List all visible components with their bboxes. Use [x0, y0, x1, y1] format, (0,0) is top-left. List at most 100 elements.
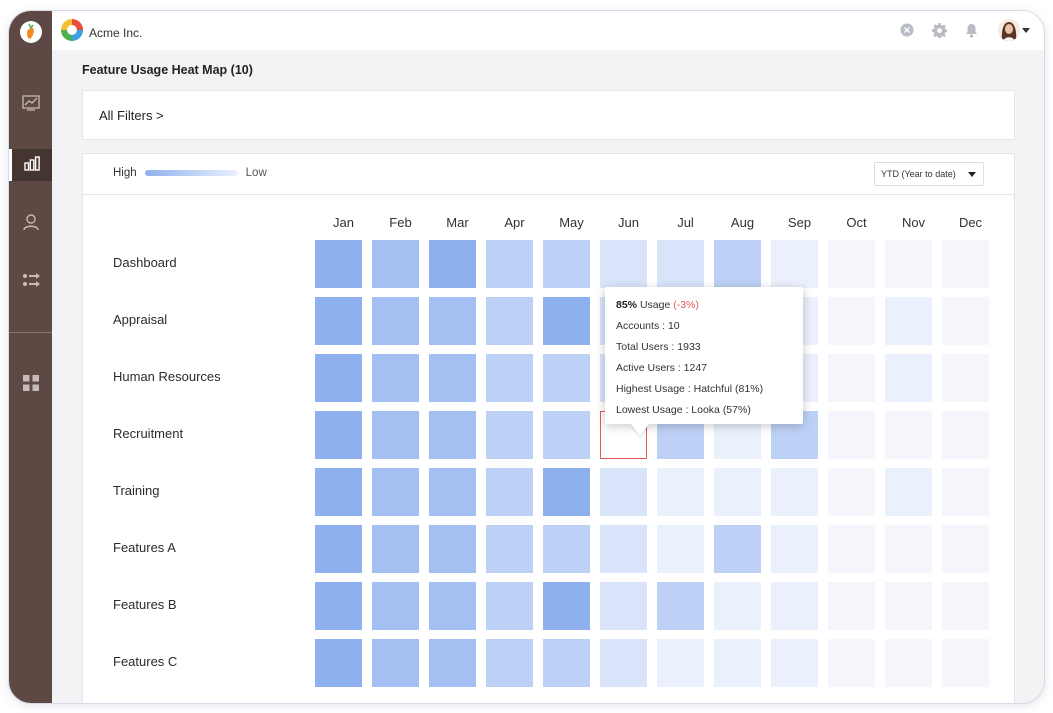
all-filters-link[interactable]: All Filters >	[99, 108, 164, 123]
heatmap-cell[interactable]	[828, 525, 875, 573]
all-filters-bar[interactable]: All Filters >	[82, 90, 1015, 140]
heatmap-cell[interactable]	[714, 582, 761, 630]
period-select[interactable]: YTD (Year to date)	[874, 162, 984, 186]
heatmap-cell[interactable]	[885, 297, 932, 345]
heatmap-cell[interactable]	[315, 240, 362, 288]
user-menu[interactable]	[998, 19, 1030, 41]
bell-icon[interactable]	[962, 21, 980, 39]
heatmap-cell[interactable]	[543, 354, 590, 402]
heatmap-cell[interactable]	[315, 411, 362, 459]
company-brand[interactable]: Acme Inc.	[60, 18, 142, 47]
heatmap-cell[interactable]	[828, 582, 875, 630]
heatmap-cell[interactable]	[942, 240, 989, 288]
heatmap-cell[interactable]	[486, 354, 533, 402]
sidebar-item-apps[interactable]	[9, 369, 52, 401]
heatmap-cell[interactable]	[315, 525, 362, 573]
heatmap-cell[interactable]	[372, 297, 419, 345]
heatmap-cell[interactable]	[600, 582, 647, 630]
period-select-value: YTD (Year to date)	[881, 169, 956, 179]
month-header: Jan Feb Mar Apr May Jun Jul Aug Sep Oct Nov Dec	[315, 215, 999, 230]
heatmap-cell[interactable]	[372, 411, 419, 459]
heatmap-cell[interactable]	[372, 468, 419, 516]
heatmap-cell[interactable]	[828, 639, 875, 687]
sidebar-item-reports[interactable]	[9, 149, 52, 181]
heatmap-cell[interactable]	[543, 240, 590, 288]
heatmap-cell[interactable]	[315, 297, 362, 345]
heatmap-cell[interactable]	[486, 468, 533, 516]
heatmap-cell[interactable]	[771, 525, 818, 573]
heatmap-cell[interactable]	[429, 525, 476, 573]
heatmap-cell[interactable]	[714, 525, 761, 573]
heatmap-cell[interactable]	[657, 468, 704, 516]
heatmap-cell[interactable]	[942, 639, 989, 687]
heatmap-cell[interactable]	[771, 240, 818, 288]
heatmap-cell[interactable]	[885, 582, 932, 630]
heatmap-cell[interactable]	[600, 240, 647, 288]
sidebar-item-analytics[interactable]	[9, 89, 52, 121]
sidebar-item-users[interactable]	[9, 208, 52, 240]
heatmap-cell[interactable]	[486, 582, 533, 630]
heatmap-cell[interactable]	[885, 468, 932, 516]
heatmap-cell[interactable]	[828, 468, 875, 516]
heatmap-cell[interactable]	[543, 411, 590, 459]
heatmap-cell[interactable]	[600, 639, 647, 687]
heatmap-cell[interactable]	[429, 582, 476, 630]
heatmap-cell[interactable]	[429, 411, 476, 459]
heatmap-cell[interactable]	[714, 468, 761, 516]
sidebar-item-transfers[interactable]	[9, 266, 52, 298]
heatmap-cell[interactable]	[429, 240, 476, 288]
heatmap-cell[interactable]	[885, 525, 932, 573]
heatmap-cell[interactable]	[885, 240, 932, 288]
heatmap-cell[interactable]	[942, 354, 989, 402]
heatmap-cell[interactable]	[315, 639, 362, 687]
heatmap-cell[interactable]	[315, 582, 362, 630]
heatmap-cell[interactable]	[486, 297, 533, 345]
heatmap-cell[interactable]	[828, 240, 875, 288]
heatmap-cell[interactable]	[372, 240, 419, 288]
heatmap-cell[interactable]	[942, 411, 989, 459]
heatmap-cell[interactable]	[600, 468, 647, 516]
heatmap-cell[interactable]	[771, 582, 818, 630]
gear-icon[interactable]	[930, 21, 948, 39]
heatmap-cell[interactable]	[315, 354, 362, 402]
heatmap-cell[interactable]	[429, 639, 476, 687]
heatmap-cell[interactable]	[486, 411, 533, 459]
heatmap-cell[interactable]	[486, 240, 533, 288]
heatmap-cell[interactable]	[714, 639, 761, 687]
heatmap-cell[interactable]	[315, 468, 362, 516]
heatmap-cell[interactable]	[486, 525, 533, 573]
heatmap-cell[interactable]	[372, 639, 419, 687]
heatmap-cell[interactable]	[885, 639, 932, 687]
heatmap-cell[interactable]	[885, 354, 932, 402]
heatmap-cell[interactable]	[771, 468, 818, 516]
heatmap-cell[interactable]	[885, 411, 932, 459]
close-circle-icon[interactable]	[898, 21, 916, 39]
heatmap-cell[interactable]	[942, 468, 989, 516]
heatmap-cell[interactable]	[600, 525, 647, 573]
heatmap-cell[interactable]	[429, 354, 476, 402]
heatmap-cell[interactable]	[828, 354, 875, 402]
heatmap-cell[interactable]	[771, 639, 818, 687]
heatmap-cell[interactable]	[543, 639, 590, 687]
heatmap-cell[interactable]	[372, 525, 419, 573]
heatmap-cell[interactable]	[657, 639, 704, 687]
heatmap-cell[interactable]	[543, 468, 590, 516]
heatmap-cell[interactable]	[543, 582, 590, 630]
heatmap-cell[interactable]	[828, 411, 875, 459]
heatmap-cell[interactable]	[714, 240, 761, 288]
heatmap-cell[interactable]	[429, 468, 476, 516]
heatmap-cell[interactable]	[543, 525, 590, 573]
heatmap-cell[interactable]	[828, 297, 875, 345]
heatmap-cell[interactable]	[657, 240, 704, 288]
heatmap-cell[interactable]	[543, 297, 590, 345]
heatmap-cell[interactable]	[372, 582, 419, 630]
heatmap-cell[interactable]	[486, 639, 533, 687]
heatmap-cell[interactable]	[657, 525, 704, 573]
heatmap-cell[interactable]	[942, 297, 989, 345]
heatmap-cell[interactable]	[429, 297, 476, 345]
heatmap-cell[interactable]	[942, 525, 989, 573]
heatmap-cell[interactable]	[372, 354, 419, 402]
heatmap-cell[interactable]	[657, 582, 704, 630]
app-logo[interactable]	[20, 21, 42, 43]
heatmap-cell[interactable]	[942, 582, 989, 630]
